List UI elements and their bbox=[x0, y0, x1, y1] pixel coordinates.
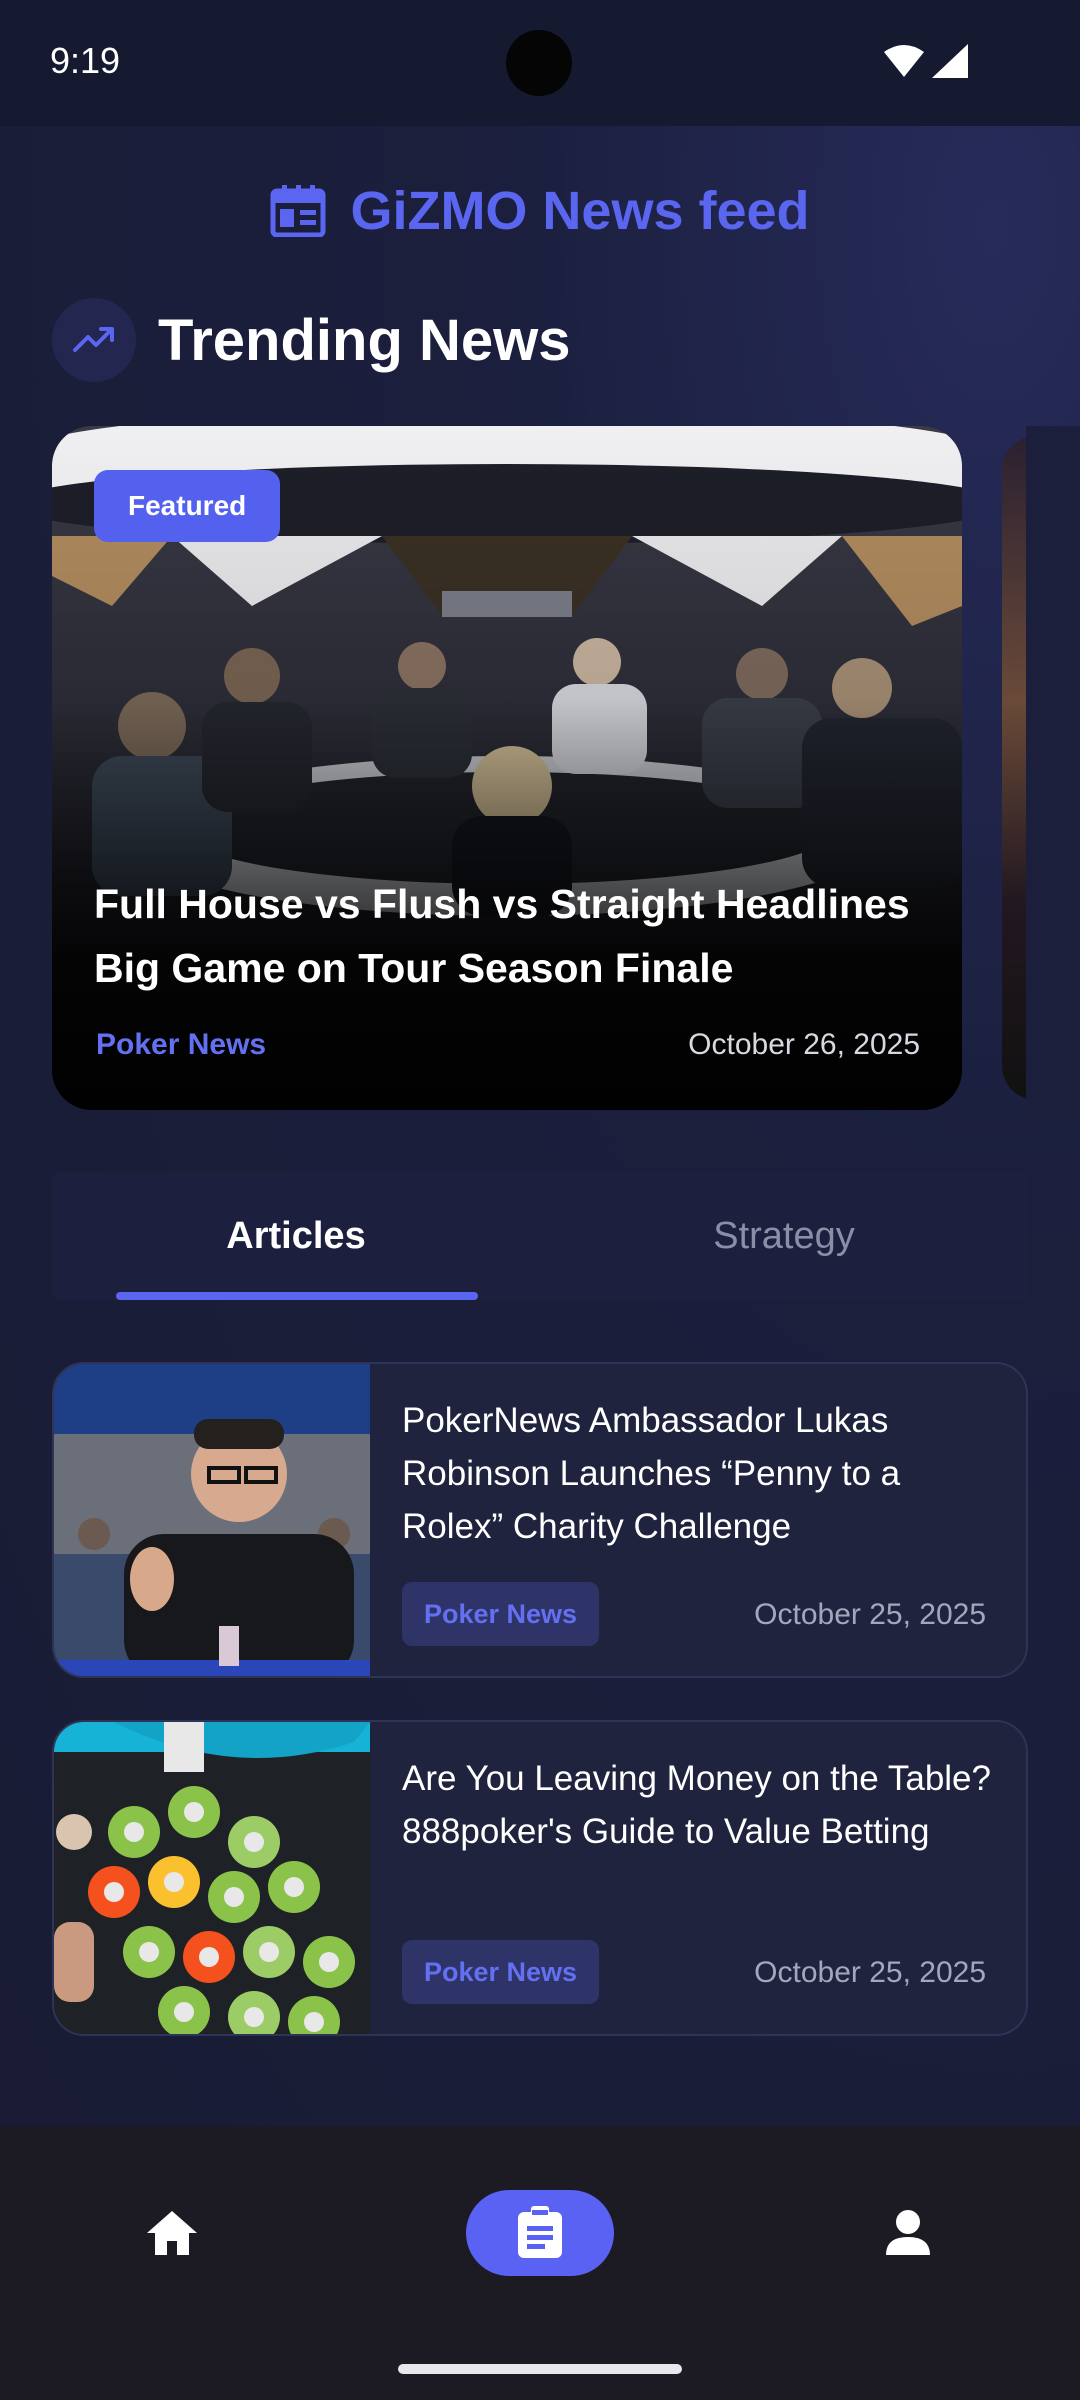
featured-title: Full House vs Flush vs Straight Headline… bbox=[94, 881, 910, 991]
article-category-tag: Poker News bbox=[402, 1940, 600, 2004]
profile-icon bbox=[886, 2210, 930, 2255]
article-thumbnail bbox=[54, 1364, 370, 1676]
article-date: October 25, 2025 bbox=[754, 1956, 986, 1989]
featured-badge: Featured bbox=[94, 470, 281, 542]
bottom-navigation bbox=[0, 2126, 1080, 2400]
nav-articles[interactable] bbox=[466, 2190, 614, 2276]
articles-icon bbox=[518, 2206, 562, 2258]
status-bar: 9:19 bbox=[0, 0, 1080, 126]
wifi-icon bbox=[884, 45, 924, 77]
home-icon bbox=[147, 2211, 197, 2255]
newspaper-icon bbox=[270, 185, 326, 237]
tab-strategy[interactable]: Strategy bbox=[540, 1172, 1028, 1300]
article-thumbnail bbox=[54, 1722, 370, 2034]
tab-selected-indicator bbox=[116, 1292, 478, 1300]
carousel-edge bbox=[1026, 426, 1080, 1126]
featured-news-card[interactable]: Featured Full House vs Flush vs Straight… bbox=[52, 426, 962, 1110]
nav-home[interactable] bbox=[112, 2190, 232, 2276]
article-title: PokerNews Ambassador Lukas Robinson Laun… bbox=[402, 1401, 901, 1546]
tab-articles[interactable]: Articles bbox=[52, 1172, 540, 1300]
article-date: October 25, 2025 bbox=[754, 1598, 986, 1631]
nav-profile[interactable] bbox=[848, 2190, 968, 2276]
app-header: GiZMO News feed bbox=[0, 176, 1080, 246]
status-icons bbox=[884, 44, 968, 78]
featured-date: October 26, 2025 bbox=[688, 1028, 920, 1061]
section-title: Trending News bbox=[158, 307, 571, 373]
article-card[interactable]: Are You Leaving Money on the Table? 888p… bbox=[52, 1720, 1028, 2036]
status-time: 9:19 bbox=[50, 40, 121, 81]
trending-icon-badge bbox=[52, 298, 136, 382]
tab-bar: Articles Strategy bbox=[52, 1172, 1028, 1300]
article-card[interactable]: PokerNews Ambassador Lukas Robinson Laun… bbox=[52, 1362, 1028, 1678]
camera-cutout bbox=[506, 30, 572, 96]
gesture-bar bbox=[398, 2364, 682, 2374]
app-title: GiZMO News feed bbox=[350, 181, 810, 241]
trending-up-icon bbox=[73, 327, 114, 352]
trending-header: Trending News bbox=[52, 298, 571, 382]
signal-icon bbox=[932, 44, 968, 78]
article-title: Are You Leaving Money on the Table? 888p… bbox=[402, 1759, 991, 1851]
featured-category: Poker News bbox=[96, 1028, 267, 1061]
article-category-tag: Poker News bbox=[402, 1582, 600, 1646]
